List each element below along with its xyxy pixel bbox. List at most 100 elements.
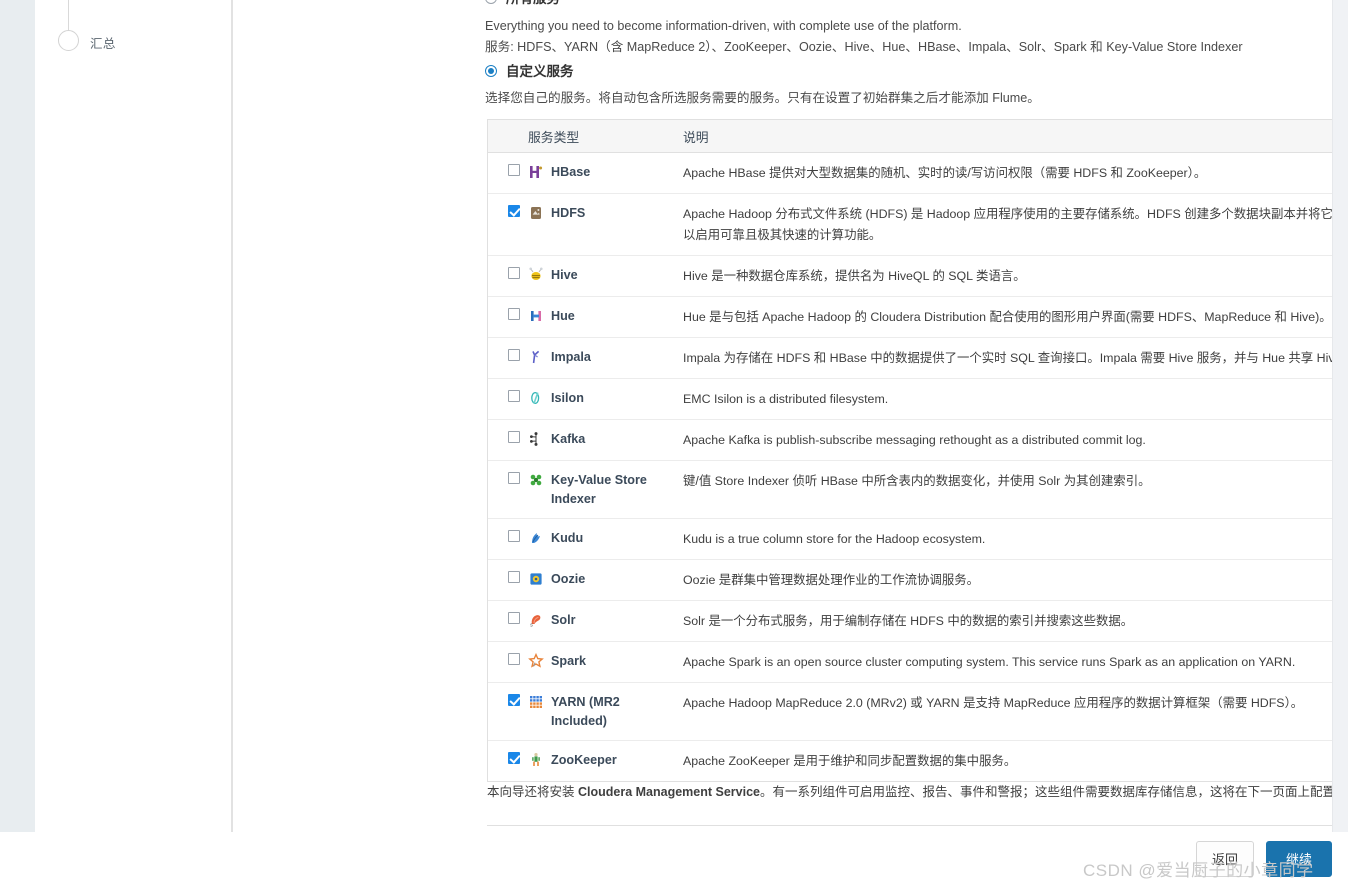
table-row[interactable]: HBase Apache HBase 提供对大型数据集的随机、实时的读/写访问权限… [488,153,1348,194]
service-description: EMC Isilon is a distributed filesystem. [683,392,889,406]
service-checkbox[interactable] [508,694,520,706]
row-description-cell: Apache Hadoop 分布式文件系统 (HDFS) 是 Hadoop 应用… [683,204,1348,246]
row-service-type-cell: s Solr [528,611,683,630]
table-row[interactable]: s Solr Solr 是一个分布式服务，用于编制存储在 HDFS 中的数据的索引并… [488,601,1348,642]
cloudera-wizard-page: 汇总 所有服务 Everything you need to become in… [0,0,1348,892]
row-description-cell: Oozie 是群集中管理数据处理作业的工作流协调服务。 [683,570,1348,591]
radio-option-all-services[interactable]: 所有服务 [485,0,560,5]
header-description: 说明 [683,129,709,145]
radio-all-services-icon[interactable] [485,0,497,4]
service-checkbox[interactable] [508,530,520,542]
zookeeper-icon [528,751,544,768]
service-description: Oozie 是群集中管理数据处理作业的工作流协调服务。 [683,573,980,587]
row-description-cell: Apache HBase 提供对大型数据集的随机、实时的读/写访问权限（需要 H… [683,163,1348,184]
table-row[interactable]: Impala Impala 为存储在 HDFS 和 HBase 中的数据提供了一个… [488,338,1348,379]
row-service-type-cell: Oozie [528,570,683,589]
radio-all-services-label: 所有服务 [506,0,560,5]
service-checkbox[interactable] [508,431,520,443]
service-name: Key-Value Store Indexer [551,473,647,506]
row-description-cell: Kudu is a true column store for the Hado… [683,529,1348,550]
row-service-type-cell: ZooKeeper [528,751,683,770]
radio-option-custom-services[interactable]: 自定义服务 [485,65,574,78]
service-description: Apache Kafka is publish-subscribe messag… [683,433,1146,447]
csdn-watermark: CSDN @爱当厨子的小章同学 [1083,861,1314,880]
row-service-type-cell: Hive [528,266,683,285]
row-service-type-cell: Spark [528,652,683,671]
table-row[interactable]: Kudu Kudu is a true column store for the … [488,519,1348,560]
row-checkbox-cell [488,751,528,764]
row-description-cell: Apache ZooKeeper 是用于维护和同步配置数据的集中服务。 [683,751,1348,772]
table-row[interactable]: ZooKeeper Apache ZooKeeper 是用于维护和同步配置数据的集… [488,741,1348,781]
service-description: Apache Hadoop 分布式文件系统 (HDFS) 是 Hadoop 应用… [683,207,1348,242]
hive-icon [528,266,544,283]
service-description: Solr 是一个分布式服务，用于编制存储在 HDFS 中的数据的索引并搜索这些数… [683,614,1134,628]
yarn-icon [528,693,544,710]
vertical-scrollbar[interactable] [1332,0,1348,832]
service-name: Kudu [551,531,584,545]
table-row[interactable]: Spark Apache Spark is an open source clus… [488,642,1348,683]
table-row[interactable]: Hue Hue 是与包括 Apache Hadoop 的 Cloudera Dis… [488,297,1348,338]
service-checkbox[interactable] [508,349,520,361]
table-row[interactable]: Kafka Apache Kafka is publish-subscribe m… [488,420,1348,461]
footer-separator [487,825,1348,826]
service-checkbox[interactable] [508,390,520,402]
table-row[interactable]: Oozie Oozie 是群集中管理数据处理作业的工作流协调服务。 [488,560,1348,601]
table-row[interactable]: Hive Hive 是一种数据仓库系统，提供名为 HiveQL 的 SQL 类语言… [488,256,1348,297]
row-checkbox-cell [488,348,528,361]
service-name: Hive [551,268,578,282]
key-value-store-indexer-icon [528,471,544,488]
oozie-icon [528,570,544,587]
table-row[interactable]: Key-Value Store Indexer 键/值 Store Indexer… [488,461,1348,519]
service-name: Oozie [551,572,586,586]
footer-note: 本向导还将安装 Cloudera Management Service。有一系列… [487,782,1348,802]
hbase-icon [528,163,544,180]
row-checkbox-cell [488,693,528,706]
service-checkbox[interactable] [508,752,520,764]
row-service-type-cell: HBase [528,163,683,182]
radio-custom-services-icon[interactable] [485,65,497,77]
main-content: 所有服务 Everything you need to become infor… [233,0,1348,832]
row-checkbox-cell [488,570,528,583]
service-checkbox[interactable] [508,612,520,624]
all-services-description: Everything you need to become informatio… [485,16,1348,58]
service-name: Spark [551,654,587,668]
row-description-cell: Hive 是一种数据仓库系统，提供名为 HiveQL 的 SQL 类语言。 [683,266,1348,287]
wizard-sidebar: 汇总 [35,0,232,832]
table-row[interactable]: Isilon EMC Isilon is a distributed filesy… [488,379,1348,420]
wizard-connector-line [68,0,69,30]
row-checkbox-cell [488,307,528,320]
sidebar-step-summary[interactable]: 汇总 [35,30,232,60]
service-checkbox[interactable] [508,164,520,176]
header-checkbox-cell [488,136,528,137]
hdfs-icon [528,204,544,221]
row-service-type-cell: Hue [528,307,683,326]
service-description: Hive 是一种数据仓库系统，提供名为 HiveQL 的 SQL 类语言。 [683,269,1026,283]
service-name: YARN (MR2 Included) [551,695,620,728]
service-checkbox[interactable] [508,205,520,217]
solr-icon: s [528,611,544,628]
table-row[interactable]: HDFS Apache Hadoop 分布式文件系统 (HDFS) 是 Hadoo… [488,194,1348,256]
service-name: ZooKeeper [551,753,617,767]
service-checkbox[interactable] [508,571,520,583]
service-name: Kafka [551,432,586,446]
row-service-type-cell: YARN (MR2 Included) [528,693,683,731]
service-description: Kudu is a true column store for the Hado… [683,532,986,546]
row-checkbox-cell [488,266,528,279]
service-description: Hue 是与包括 Apache Hadoop 的 Cloudera Distri… [683,310,1332,324]
row-service-type-cell: HDFS [528,204,683,223]
kudu-icon [528,529,544,546]
row-checkbox-cell [488,163,528,176]
row-description-cell: Impala 为存储在 HDFS 和 HBase 中的数据提供了一个实时 SQL… [683,348,1348,369]
service-description: Apache Hadoop MapReduce 2.0 (MRv2) 或 YAR… [683,696,1304,710]
service-checkbox[interactable] [508,267,520,279]
footer-note-prefix: 本向导还将安装 [487,785,578,799]
service-checkbox[interactable] [508,308,520,320]
all-services-desc-cn: 服务: HDFS、YARN（含 MapReduce 2）、ZooKeeper、O… [485,40,1243,54]
impala-icon [528,348,544,365]
step-circle-icon [58,30,79,51]
radio-custom-services-label: 自定义服务 [506,64,574,79]
table-row[interactable]: YARN (MR2 Included) Apache Hadoop MapRedu… [488,683,1348,741]
service-checkbox[interactable] [508,472,520,484]
service-checkbox[interactable] [508,653,520,665]
table-header-row: 服务类型 说明 [488,120,1348,153]
